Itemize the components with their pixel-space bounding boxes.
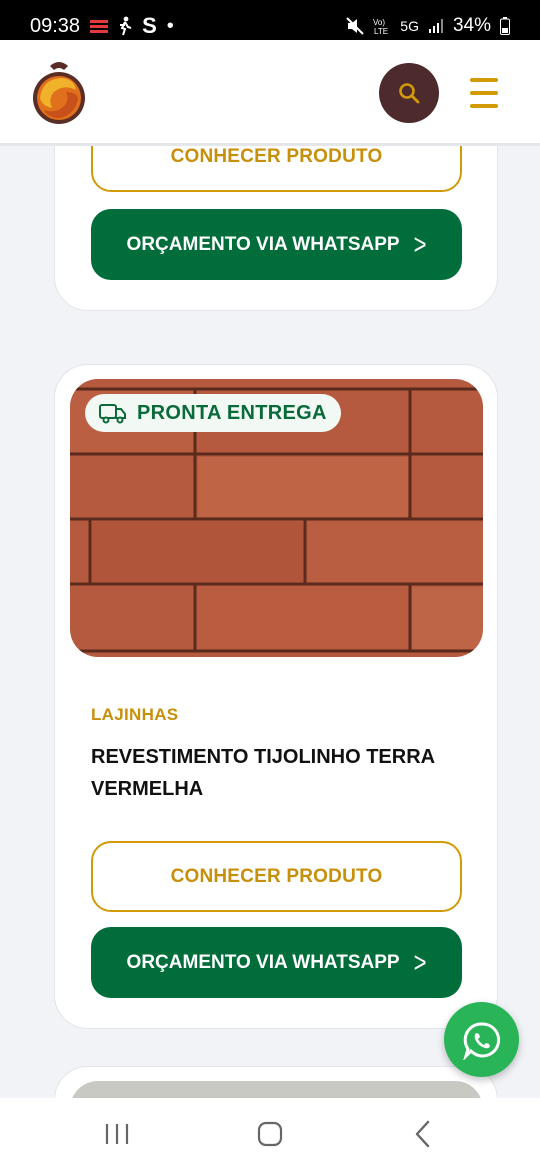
walking-icon: [120, 16, 132, 36]
search-button[interactable]: [379, 63, 439, 123]
svg-text:LTE: LTE: [374, 27, 388, 36]
mute-icon: [346, 17, 364, 35]
system-nav-bar: [0, 1098, 540, 1170]
whatsapp-icon: [462, 1021, 500, 1060]
app-letter: S: [142, 13, 157, 38]
back-button[interactable]: [393, 1114, 453, 1154]
truck-icon: [99, 404, 126, 424]
whatsapp-quote-button[interactable]: ORÇAMENTO VIA WHATSAPP >: [91, 927, 462, 998]
product-category[interactable]: LAJINHAS: [91, 705, 178, 725]
whatsapp-fab[interactable]: [444, 1002, 519, 1077]
svg-text:Vo): Vo): [373, 18, 385, 27]
chevron-right-icon: >: [413, 945, 427, 979]
badge-label: PRONTA ENTREGA: [137, 401, 327, 424]
menu-button[interactable]: [470, 78, 498, 108]
network-type: 5G: [400, 18, 419, 34]
status-time: 09:38: [30, 14, 81, 37]
ready-delivery-badge: PRONTA ENTREGA: [85, 394, 341, 432]
recents-button[interactable]: [87, 1114, 147, 1154]
home-button[interactable]: [240, 1114, 300, 1154]
chevron-right-icon: >: [413, 227, 427, 261]
whatsapp-quote-label: ORÇAMENTO VIA WHATSAPP: [126, 951, 400, 973]
site-header: [0, 40, 540, 146]
hamburger-icon: [470, 78, 498, 82]
know-product-button[interactable]: CONHECER PRODUTO: [91, 841, 462, 912]
whatsapp-quote-button[interactable]: ORÇAMENTO VIA WHATSAPP >: [91, 209, 462, 280]
back-icon: [416, 1120, 430, 1148]
battery-percent: 34%: [452, 15, 491, 36]
signal-icon: [428, 19, 443, 33]
home-icon: [257, 1121, 283, 1147]
battery-icon: [500, 17, 510, 35]
whatsapp-quote-label: ORÇAMENTO VIA WHATSAPP: [126, 233, 400, 255]
recents-icon: [105, 1124, 128, 1144]
search-icon: [399, 83, 420, 104]
notification-icon: [90, 20, 109, 33]
product-title[interactable]: REVESTIMENTO TIJOLINHO TERRA VERMELHA: [91, 741, 451, 805]
status-dot: •: [166, 14, 174, 37]
product-image[interactable]: PRONTA ENTREGA: [70, 379, 483, 657]
product-card[interactable]: PRONTA ENTREGA LAJINHAS REVESTIMENTO TIJ…: [54, 364, 498, 1029]
brand-logo[interactable]: [30, 58, 88, 126]
volte-icon: Vo)LTE: [373, 18, 388, 36]
